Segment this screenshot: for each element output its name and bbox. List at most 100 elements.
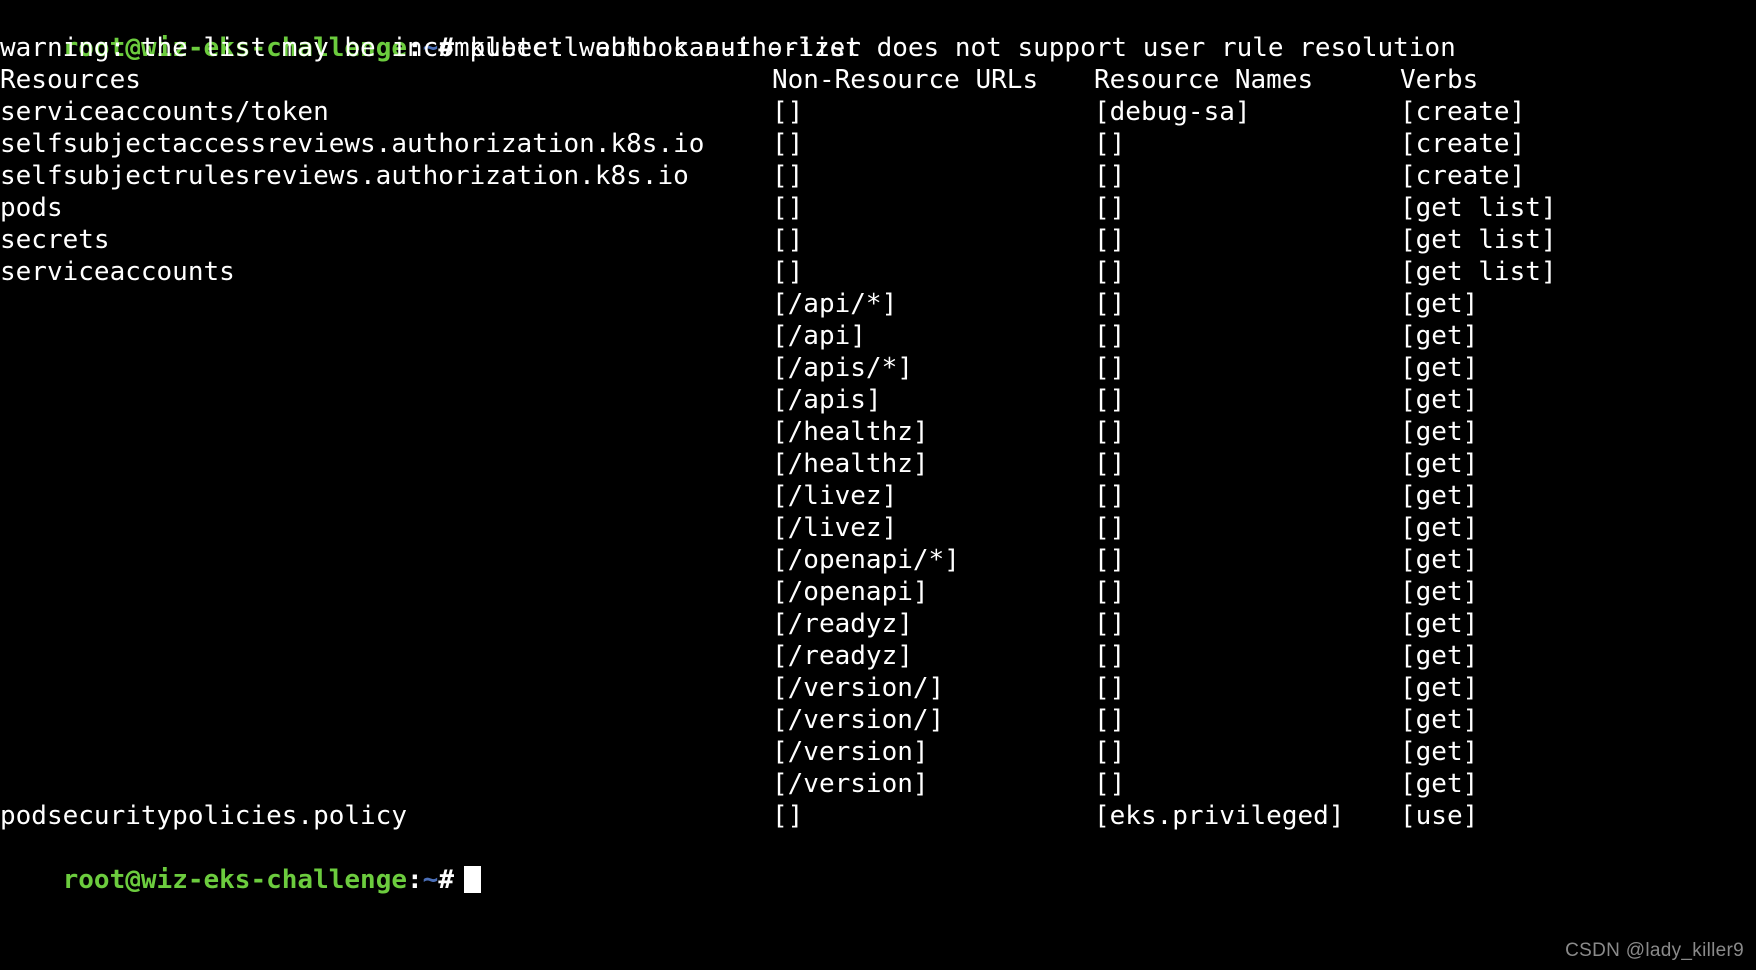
text-cursor[interactable] [463,866,481,893]
cell-resource-name: [] [1094,321,1126,351]
table-row: serviceaccounts/token [] [debug-sa] [create… [0,96,1756,128]
cell-non-resource-url: [/api] [772,321,866,351]
header-resource-names: Resource Names [1094,65,1314,95]
cell-verb: [get] [1400,289,1479,319]
header-non-resource-urls: Non-Resource URLs [772,65,1039,95]
table-row: [/apis/*] [] [get] [0,352,1756,384]
table-row: selfsubjectrulesreviews.authorization.k8… [0,160,1756,192]
cell-resource-name: [] [1094,161,1126,191]
prompt-user-host: root@wiz-eks-challenge [62,865,407,895]
table-row: [/api/*] [] [get] [0,288,1756,320]
table-row: selfsubjectaccessreviews.authorization.k… [0,128,1756,160]
table-body: serviceaccounts/token [] [debug-sa] [create… [0,96,1756,832]
table-row: [/livez] [] [get] [0,512,1756,544]
cell-non-resource-url: [] [772,801,804,831]
table-row: [/apis] [] [get] [0,384,1756,416]
cell-resource-name: [] [1094,417,1126,447]
trailing-prompt-line[interactable]: root@wiz-eks-challenge:~# [0,832,1756,895]
warning-line: warning: the list may be incomplete: web… [0,33,1456,63]
table-row: pods [] [] [get list] [0,192,1756,224]
table-row: [/version] [] [get] [0,736,1756,768]
cell-non-resource-url: [/openapi] [772,577,929,607]
cell-resource-name: [] [1094,353,1126,383]
cell-verb: [get] [1400,673,1479,703]
cell-resource: pods [0,193,63,223]
table-row: serviceaccounts [] [] [get list] [0,256,1756,288]
cell-non-resource-url: [] [772,129,804,159]
cell-resource-name: [] [1094,129,1126,159]
cell-resource-name: [] [1094,609,1126,639]
cell-resource-name: [] [1094,481,1126,511]
cell-non-resource-url: [/apis] [772,385,882,415]
cell-non-resource-url: [/apis/*] [772,353,913,383]
table-row: [/readyz] [] [get] [0,640,1756,672]
cell-resource: serviceaccounts/token [0,97,329,127]
table-row: [/api] [] [get] [0,320,1756,352]
terminal-window[interactable]: root@wiz-eks-challenge:~# kubectl auth c… [0,0,1756,970]
cell-verb: [get] [1400,609,1479,639]
cell-resource: selfsubjectaccessreviews.authorization.k… [0,129,705,159]
cell-non-resource-url: [] [772,193,804,223]
cell-non-resource-url: [/livez] [772,481,898,511]
cell-verb: [get] [1400,449,1479,479]
cell-resource-name: [] [1094,577,1126,607]
table-row: [/openapi/*] [] [get] [0,544,1756,576]
cell-non-resource-url: [] [772,97,804,127]
table-row: [/openapi] [] [get] [0,576,1756,608]
cell-verb: [get] [1400,385,1479,415]
cell-resource-name: [] [1094,673,1126,703]
cell-resource-name: [] [1094,257,1126,287]
cell-verb: [get] [1400,481,1479,511]
cell-non-resource-url: [/readyz] [772,641,913,671]
cell-verb: [get list] [1400,257,1557,287]
cell-non-resource-url: [/version/] [772,673,945,703]
cell-non-resource-url: [/version] [772,769,929,799]
cell-verb: [get] [1400,353,1479,383]
cell-verb: [get list] [1400,193,1557,223]
cell-resource-name: [] [1094,545,1126,575]
table-row: [/readyz] [] [get] [0,608,1756,640]
table-row: [/livez] [] [get] [0,480,1756,512]
command-prompt-line: root@wiz-eks-challenge:~# kubectl auth c… [0,0,1756,63]
prompt-colon: : [407,865,423,895]
cell-verb: [use] [1400,801,1479,831]
prompt-path: ~ [422,865,439,895]
cell-non-resource-url: [] [772,225,804,255]
cell-non-resource-url: [/version] [772,737,929,767]
cell-verb: [create] [1400,161,1526,191]
cell-non-resource-url: [] [772,257,804,287]
cell-verb: [create] [1400,97,1526,127]
prompt-sigil: # [438,865,454,895]
cell-resource-name: [] [1094,225,1126,255]
table-row: secrets [] [] [get list] [0,224,1756,256]
cell-verb: [get] [1400,737,1479,767]
table-row: [/healthz] [] [get] [0,448,1756,480]
cell-non-resource-url: [/healthz] [772,417,929,447]
cell-resource-name: [] [1094,385,1126,415]
table-row: [/healthz] [] [get] [0,416,1756,448]
cell-verb: [get] [1400,321,1479,351]
cell-verb: [get] [1400,769,1479,799]
table-row: podsecuritypolicies.policy [] [eks.privile… [0,800,1756,832]
cell-resource: secrets [0,225,110,255]
header-verbs: Verbs [1400,65,1479,95]
table-row: [/version/] [] [get] [0,704,1756,736]
cell-non-resource-url: [/healthz] [772,449,929,479]
table-row: [/version] [] [get] [0,768,1756,800]
cell-non-resource-url: [] [772,161,804,191]
cell-resource-name: [] [1094,449,1126,479]
cell-resource-name: [] [1094,513,1126,543]
cell-non-resource-url: [/openapi/*] [772,545,960,575]
cell-resource-name: [debug-sa] [1094,97,1251,127]
cell-verb: [get] [1400,705,1479,735]
cell-resource-name: [] [1094,769,1126,799]
cell-resource-name: [] [1094,193,1126,223]
table-row: [/version/] [] [get] [0,672,1756,704]
cell-verb: [get] [1400,577,1479,607]
cell-resource: serviceaccounts [0,257,235,287]
cell-non-resource-url: [/version/] [772,705,945,735]
cell-non-resource-url: [/api/*] [772,289,898,319]
cell-verb: [get] [1400,417,1479,447]
cell-verb: [get] [1400,513,1479,543]
cell-resource-name: [] [1094,737,1126,767]
